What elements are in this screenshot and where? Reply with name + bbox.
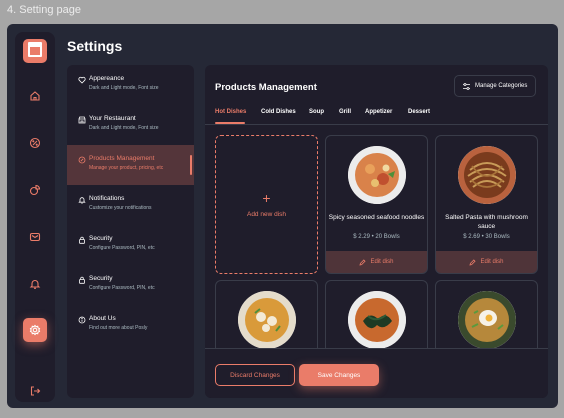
dish-stock: 20 Bowls xyxy=(375,234,400,240)
dish-name: Spicy seasoned seafood noodles xyxy=(328,214,425,221)
save-changes-button[interactable]: Save Changes xyxy=(299,364,379,386)
discount-icon[interactable] xyxy=(23,131,47,155)
lock-icon xyxy=(79,276,85,284)
menu-item-label: Security xyxy=(89,235,113,242)
edit-dish-button[interactable]: Edit dish xyxy=(436,251,537,273)
menu-item-your-restaurant[interactable]: Your Restaurant Dark and Light mode, Fon… xyxy=(67,105,194,145)
menu-item-desc: Manage your product, pricing, etc xyxy=(89,165,164,171)
manage-categories-button[interactable]: Manage Categories xyxy=(454,75,536,97)
page-title: Settings xyxy=(67,38,123,54)
menu-item-about-us[interactable]: About Us Find out more about Posly xyxy=(67,305,194,345)
heart-icon xyxy=(78,76,86,84)
info-icon xyxy=(78,316,86,324)
dish-image xyxy=(458,146,516,204)
edit-icon xyxy=(359,258,367,266)
dish-price: $ 2.29 xyxy=(353,234,370,240)
menu-item-desc: Dark and Light mode, Font size xyxy=(89,85,159,91)
notification-icon xyxy=(78,197,86,204)
menu-item-security-2[interactable]: Security Configure Password, PIN, etc xyxy=(67,265,194,305)
dish-image xyxy=(458,291,516,349)
dashboard-icon[interactable] xyxy=(23,178,47,202)
tabs-divider xyxy=(205,124,548,125)
dish-meta: $ 2.69 • 30 Bowls xyxy=(436,234,537,240)
page-caption: 4. Setting page xyxy=(7,4,82,16)
tab-dessert[interactable]: Dessert xyxy=(408,109,430,115)
menu-item-desc: Configure Password, PIN, etc xyxy=(89,245,155,251)
edit-dish-button[interactable]: Edit dish xyxy=(326,251,427,273)
menu-item-label: About Us xyxy=(89,315,116,322)
menu-item-appereance[interactable]: Appereance Dark and Light mode, Font siz… xyxy=(67,65,194,105)
tab-grill[interactable]: Grill xyxy=(339,109,351,115)
discard-changes-button[interactable]: Discard Changes xyxy=(215,364,295,386)
lock-icon xyxy=(79,236,85,244)
edit-dish-label: Edit dish xyxy=(370,259,394,265)
message-icon[interactable] xyxy=(23,225,47,249)
dish-card: Spicy seasoned seafood noodles $ 2.29 • … xyxy=(325,135,428,274)
logout-icon[interactable] xyxy=(23,379,47,403)
dish-image xyxy=(348,291,406,349)
filter-icon xyxy=(463,82,470,90)
dish-stock: 30 Bowls xyxy=(485,234,510,240)
menu-item-products-management[interactable]: Products Management Manage your product,… xyxy=(67,145,194,185)
menu-item-label: Appereance xyxy=(89,75,125,82)
store-icon xyxy=(78,116,86,124)
dish-card: Salted Pasta with mushroom sauce $ 2.69 … xyxy=(435,135,538,274)
products-panel: Products Management Manage Categories Ho… xyxy=(205,65,548,398)
menu-item-desc: Find out more about Posly xyxy=(89,325,148,331)
menu-item-security[interactable]: Security Configure Password, PIN, etc xyxy=(67,225,194,265)
tab-appetizer[interactable]: Appetizer xyxy=(365,109,392,115)
add-new-dish-label: Add new dish xyxy=(246,211,287,218)
dish-name: Salted Pasta with mushroom sauce xyxy=(445,214,528,230)
store-icon[interactable] xyxy=(23,39,47,63)
discount-icon xyxy=(78,156,86,164)
menu-item-label: Products Management xyxy=(89,155,155,162)
sidebar xyxy=(15,32,55,402)
panel-footer: Discard Changes Save Changes xyxy=(205,348,548,398)
dish-meta: $ 2.29 • 20 Bowls xyxy=(326,234,427,240)
products-title: Products Management xyxy=(215,82,317,93)
plus-icon: + xyxy=(262,190,271,206)
add-new-dish-card[interactable]: + Add new dish xyxy=(215,135,318,274)
settings-menu: Appereance Dark and Light mode, Font siz… xyxy=(67,65,194,398)
manage-categories-label: Manage Categories xyxy=(475,83,528,89)
home-icon[interactable] xyxy=(23,84,47,108)
tab-hot-dishes[interactable]: Hot Dishes xyxy=(215,109,246,115)
menu-item-desc: Customize your notifications xyxy=(89,205,152,211)
edit-dish-label: Edit dish xyxy=(480,259,504,265)
settings-icon[interactable] xyxy=(23,318,47,342)
dish-price: $ 2.69 xyxy=(463,234,480,240)
app-window: Settings Appereance Dark and Light mode,… xyxy=(7,24,558,408)
menu-item-label: Your Restaurant xyxy=(89,115,136,122)
dish-image xyxy=(238,291,296,349)
tab-cold-dishes[interactable]: Cold Dishes xyxy=(261,109,296,115)
notification-icon[interactable] xyxy=(23,272,47,296)
menu-item-desc: Configure Password, PIN, etc xyxy=(89,285,155,291)
menu-item-label: Security xyxy=(89,275,113,282)
edit-icon xyxy=(469,258,477,266)
menu-item-label: Notifications xyxy=(89,195,125,202)
tab-soup[interactable]: Soup xyxy=(309,109,324,115)
menu-item-notifications[interactable]: Notifications Customize your notificatio… xyxy=(67,185,194,225)
dish-image xyxy=(348,146,406,204)
menu-item-desc: Dark and Light mode, Font size xyxy=(89,125,159,131)
